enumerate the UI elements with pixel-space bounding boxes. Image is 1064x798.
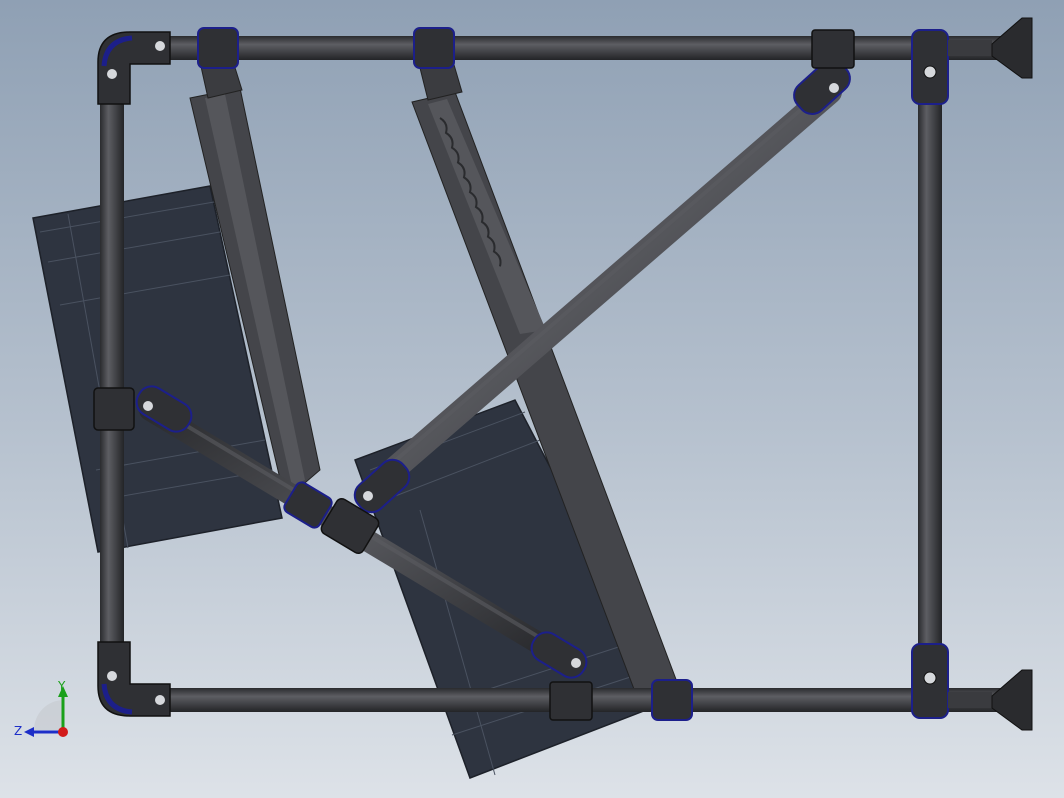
frame-tube-right[interactable] [918, 60, 942, 700]
view-orientation-triad-icon[interactable]: Y Z [14, 679, 68, 738]
frame-tube-left[interactable] [100, 60, 124, 700]
frame-tube-top[interactable] [130, 36, 1020, 60]
tee-fitting-top-right[interactable] [911, 29, 949, 105]
collar-clamp-bottom-1[interactable] [549, 681, 593, 721]
tee-fitting-left-middle[interactable] [93, 387, 135, 431]
foot-pad-bottom-right[interactable] [948, 669, 1033, 731]
collar-clamp-top-3[interactable] [811, 29, 855, 69]
tee-fitting-bottom-right[interactable] [911, 643, 949, 719]
collar-clamp-top-2[interactable] [413, 27, 455, 69]
assembly-scene[interactable]: Y Z [0, 0, 1064, 798]
collar-clamp-bottom-2[interactable] [651, 679, 693, 721]
cad-model-viewport[interactable]: Y Z [0, 0, 1064, 798]
corner-elbow-bottom-left[interactable] [97, 641, 171, 717]
y-axis-label: Y [57, 679, 66, 693]
corner-elbow-top-left[interactable] [97, 31, 171, 105]
z-axis-label: Z [14, 724, 22, 738]
foot-pad-top-right[interactable] [948, 17, 1033, 79]
collar-clamp-top-1[interactable] [197, 27, 239, 69]
